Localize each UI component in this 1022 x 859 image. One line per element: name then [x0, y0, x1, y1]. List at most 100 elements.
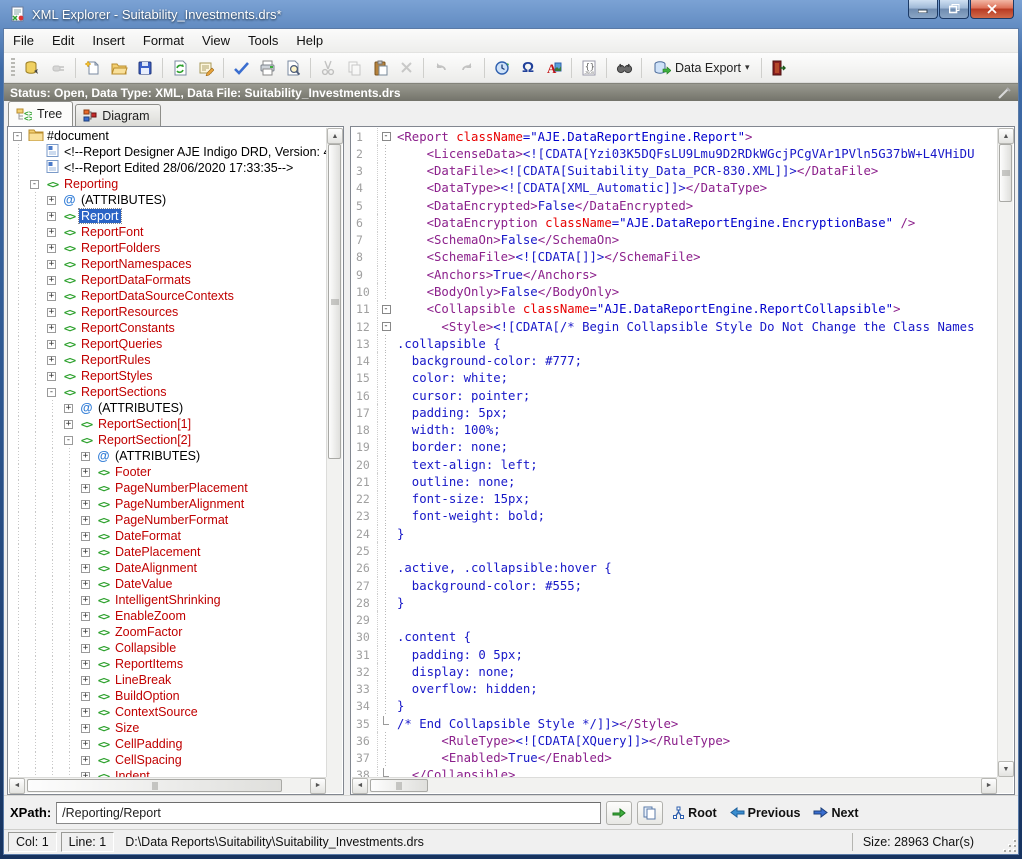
tree-node-label[interactable]: #document	[45, 129, 111, 143]
expand-toggle[interactable]: +	[43, 208, 60, 224]
code-line[interactable]: 25	[352, 542, 997, 559]
code-line[interactable]: 18 width: 100%;	[352, 422, 997, 439]
tree-node[interactable]: +<>ReportItems	[9, 656, 326, 672]
code-line[interactable]: 4 <DataType><![CDATA[XML_Automatic]]></D…	[352, 180, 997, 197]
expand-toggle[interactable]: +	[77, 528, 94, 544]
tree-node-label[interactable]: Indent	[113, 769, 152, 777]
expand-toggle[interactable]: +	[77, 512, 94, 528]
tree-node[interactable]: +<>Footer	[9, 464, 326, 480]
tree-node-label[interactable]: IntelligentShrinking	[113, 593, 223, 607]
scroll-left-arrow[interactable]: ◄	[352, 778, 368, 794]
close-button[interactable]	[970, 0, 1014, 19]
tree-node-label[interactable]: (ATTRIBUTES)	[79, 193, 168, 207]
expand-toggle[interactable]: +	[43, 256, 60, 272]
tree-node[interactable]: +<>ZoomFactor	[9, 624, 326, 640]
code-line[interactable]: 29	[352, 611, 997, 628]
tree-node[interactable]: +@(ATTRIBUTES)	[9, 448, 326, 464]
code-line[interactable]: 8 <SchemaFile><![CDATA[]]></SchemaFile>	[352, 249, 997, 266]
expand-toggle[interactable]: +	[43, 272, 60, 288]
open-button[interactable]	[107, 56, 131, 80]
paste-button[interactable]	[368, 56, 392, 80]
code-line[interactable]: 2 <LicenseData><![CDATA[Yzi03K5DQFsLU9Lm…	[352, 145, 997, 162]
tree-node-label[interactable]: Reporting	[62, 177, 120, 191]
tree-node-label[interactable]: PageNumberFormat	[113, 513, 230, 527]
menu-edit[interactable]: Edit	[43, 30, 83, 51]
expand-toggle[interactable]: +	[77, 544, 94, 560]
expand-toggle[interactable]: +	[77, 624, 94, 640]
code-line[interactable]: 38 </Collapsible>	[352, 767, 997, 777]
tree-node-label[interactable]: Report	[79, 209, 121, 223]
expand-toggle[interactable]: -	[43, 384, 60, 400]
tree-node[interactable]: +<>ReportStyles	[9, 368, 326, 384]
history-button[interactable]	[490, 56, 514, 80]
expand-toggle[interactable]: +	[77, 608, 94, 624]
code-line[interactable]: 31 padding: 0 5px;	[352, 646, 997, 663]
tree-node-label[interactable]: <!--Report Designer AJE Indigo DRD, Vers…	[62, 145, 326, 159]
expand-toggle[interactable]: +	[43, 224, 60, 240]
expand-toggle[interactable]: +	[77, 736, 94, 752]
toolbar-grip[interactable]	[11, 58, 15, 78]
tree-node-label[interactable]: (ATTRIBUTES)	[113, 449, 202, 463]
print-button[interactable]	[255, 56, 279, 80]
title-bar[interactable]: XML Explorer - Suitability_Investments.d…	[0, 0, 1022, 28]
menu-file[interactable]: File	[4, 30, 43, 51]
expand-toggle[interactable]: +	[77, 656, 94, 672]
xpath-root-button[interactable]: Root	[668, 804, 720, 822]
expand-toggle[interactable]: -	[60, 432, 77, 448]
expand-toggle[interactable]: +	[43, 192, 60, 208]
tab-diagram[interactable]: Diagram	[75, 104, 160, 126]
code-line[interactable]: 12- <Style><![CDATA[/* Begin Collapsible…	[352, 318, 997, 335]
tree-node-label[interactable]: ReportSections	[79, 385, 168, 399]
json-button[interactable]: {}Json	[577, 56, 601, 80]
database-button[interactable]	[20, 56, 44, 80]
tree-node[interactable]: -<>Reporting	[9, 176, 326, 192]
code-line[interactable]: 21 outline: none;	[352, 473, 997, 490]
tree-node-label[interactable]: ReportFont	[79, 225, 146, 239]
code-line[interactable]: 16 cursor: pointer;	[352, 387, 997, 404]
code-line[interactable]: 17 padding: 5px;	[352, 404, 997, 421]
new-file-button[interactable]	[81, 56, 105, 80]
code-line[interactable]: 15 color: white;	[352, 370, 997, 387]
menu-format[interactable]: Format	[134, 30, 193, 51]
expand-toggle[interactable]: -	[26, 176, 43, 192]
code-line[interactable]: 34}	[352, 698, 997, 715]
tree-node[interactable]: <!--Report Edited 28/06/2020 17:33:35-->	[9, 160, 326, 176]
expand-toggle[interactable]: +	[77, 720, 94, 736]
tree-node[interactable]: +<>ReportDataSourceContexts	[9, 288, 326, 304]
tree-view[interactable]: - #document <!--Report Designer AJE Indigo…	[9, 128, 326, 777]
restore-button[interactable]	[939, 0, 969, 19]
wand-icon[interactable]	[998, 87, 1012, 99]
scroll-right-arrow[interactable]: ►	[981, 778, 997, 794]
code-line[interactable]: 14 background-color: #777;	[352, 352, 997, 369]
expand-toggle[interactable]: +	[77, 496, 94, 512]
code-line[interactable]: 9 <Anchors>True</Anchors>	[352, 266, 997, 283]
code-line[interactable]: 36 <RuleType><![CDATA[XQuery]]></RuleTyp…	[352, 732, 997, 749]
code-hscroll-thumb[interactable]	[370, 779, 428, 792]
tree-node[interactable]: +<>ContextSource	[9, 704, 326, 720]
expand-toggle[interactable]: +	[77, 448, 94, 464]
code-line[interactable]: 27 background-color: #555;	[352, 577, 997, 594]
xpath-next-button[interactable]: Next	[809, 804, 862, 822]
data-export-button[interactable]: Data Export ▾	[647, 56, 756, 80]
tree-node-label[interactable]: CellSpacing	[113, 753, 184, 767]
tree-node-label[interactable]: ReportConstants	[79, 321, 177, 335]
code-line[interactable]: 35/* End Collapsible Style */]]></Style>	[352, 715, 997, 732]
code-line[interactable]: 20 text-align: left;	[352, 456, 997, 473]
expand-toggle[interactable]: +	[43, 240, 60, 256]
scroll-right-arrow[interactable]: ►	[310, 778, 326, 794]
expand-toggle[interactable]: +	[77, 592, 94, 608]
print-preview-button[interactable]	[281, 56, 305, 80]
tree-node-label[interactable]: DateValue	[113, 577, 174, 591]
code-line[interactable]: 32 display: none;	[352, 663, 997, 680]
tree-node[interactable]: +<>Report	[9, 208, 326, 224]
menu-help[interactable]: Help	[287, 30, 332, 51]
expand-toggle[interactable]: +	[77, 576, 94, 592]
scroll-up-arrow[interactable]: ▲	[327, 128, 343, 144]
code-line[interactable]: 30.content {	[352, 629, 997, 646]
tree-node[interactable]: +<>ReportResources	[9, 304, 326, 320]
tree-node-label[interactable]: ReportDataFormats	[79, 273, 193, 287]
tree-node[interactable]: +<>CellSpacing	[9, 752, 326, 768]
resize-grip[interactable]	[1003, 839, 1016, 852]
tree-node[interactable]: +@(ATTRIBUTES)	[9, 192, 326, 208]
expand-toggle[interactable]: +	[77, 704, 94, 720]
